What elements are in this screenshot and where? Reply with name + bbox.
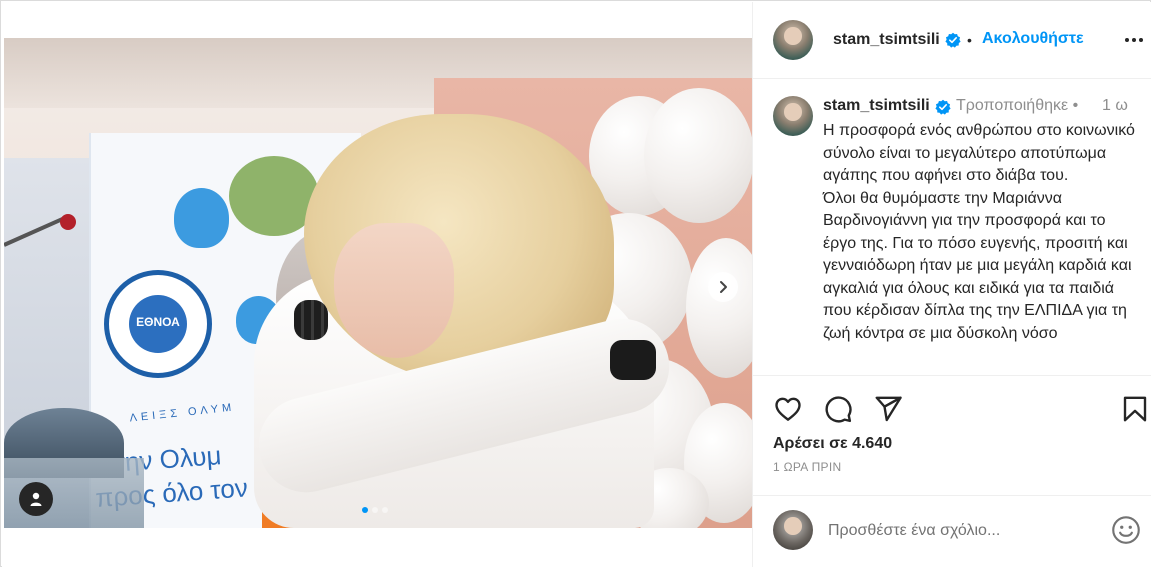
emoji-icon <box>1112 516 1140 544</box>
avatar[interactable] <box>773 20 813 60</box>
post-photo[interactable]: ΕΘΝΟΑ ΛΕΙΞΣ ΟΛΥΜ ό την Ολυμ προς όλο τον <box>4 38 752 528</box>
caption-text: Η προσφορά ενός ανθρώπου στο κοινωνικό σ… <box>823 122 1135 342</box>
heart-icon <box>775 397 801 421</box>
next-slide-button[interactable] <box>708 272 738 302</box>
viewer-avatar <box>773 510 813 550</box>
emoji-button[interactable] <box>1111 515 1141 545</box>
edited-label: Τροποποιήθηκε • <box>956 97 1079 114</box>
olympic-academy-logo: ΕΘΝΟΑ <box>104 270 212 378</box>
post-media: ΕΘΝΟΑ ΛΕΙΞΣ ΟΛΥΜ ό την Ολυμ προς όλο τον <box>2 2 752 567</box>
comment-input[interactable] <box>826 518 1100 544</box>
comment-icon <box>825 396 852 423</box>
post-dialog: ΕΘΝΟΑ ΛΕΙΞΣ ΟΛΥΜ ό την Ολυμ προς όλο τον <box>0 0 1151 567</box>
share-button[interactable] <box>873 394 903 424</box>
post-header: stam_tsimtsili • Ακολουθήστε <box>753 2 1151 79</box>
verified-badge-icon <box>935 99 951 115</box>
post-sidebar: stam_tsimtsili • Ακολουθήστε stam_tsimts… <box>752 2 1151 567</box>
separator-dot: • <box>967 32 972 48</box>
carousel-dot <box>372 507 378 513</box>
caption-username[interactable]: stam_tsimtsili <box>823 97 930 115</box>
post-actions: Αρέσει σε 4.640 1 ΩΡΑ ΠΡΙΝ <box>753 375 1151 496</box>
save-button[interactable] <box>1120 394 1150 424</box>
chevron-right-icon <box>720 281 727 293</box>
add-comment-bar <box>753 495 1151 568</box>
tagged-users-button[interactable] <box>19 482 53 516</box>
caption-avatar[interactable] <box>773 96 813 136</box>
share-icon <box>875 396 902 422</box>
caption-area: stam_tsimtsili Τροποποιήθηκε • 1 ω Η προ… <box>753 79 1151 375</box>
user-icon <box>30 492 42 506</box>
caption-time[interactable]: 1 ω <box>1102 97 1128 115</box>
verified-badge-icon <box>945 32 961 48</box>
logo-text: ΕΘΝΟΑ <box>136 315 180 329</box>
more-options-icon <box>1125 38 1143 42</box>
header-username[interactable]: stam_tsimtsili <box>833 31 940 49</box>
follow-button[interactable]: Ακολουθήστε <box>982 30 1084 48</box>
like-button[interactable] <box>773 394 803 424</box>
carousel-indicator <box>362 507 388 513</box>
comment-button[interactable] <box>823 394 853 424</box>
bookmark-icon <box>1123 396 1147 422</box>
likes-count[interactable]: Αρέσει σε 4.640 <box>773 435 892 453</box>
post-timestamp[interactable]: 1 ΩΡΑ ΠΡΙΝ <box>773 460 841 474</box>
carousel-dot <box>362 507 368 513</box>
carousel-dot <box>382 507 388 513</box>
more-options-button[interactable] <box>1123 32 1145 48</box>
